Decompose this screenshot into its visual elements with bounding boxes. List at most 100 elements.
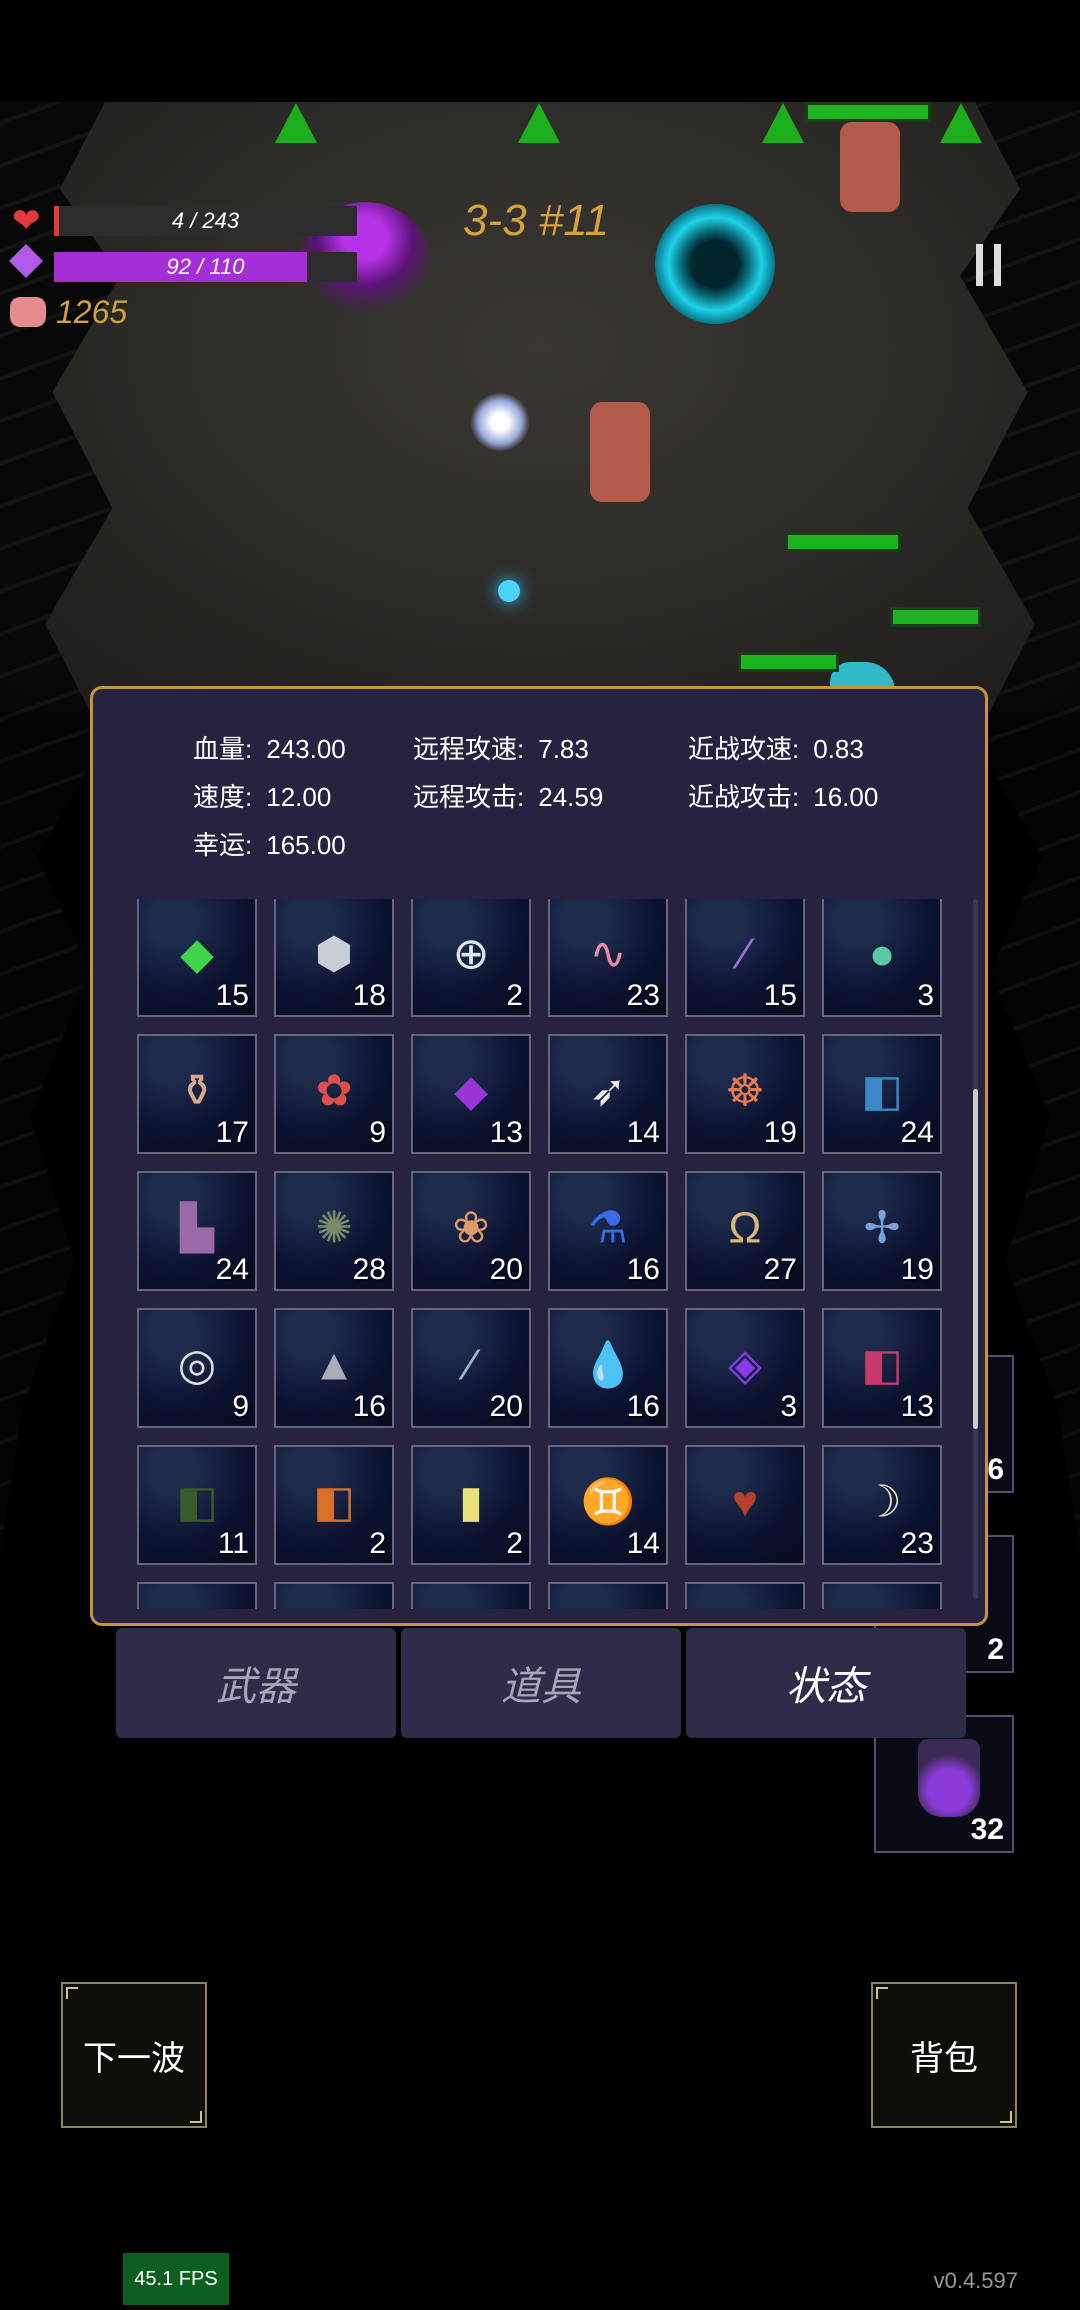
inventory-item[interactable]: ◈ 3 (685, 1308, 805, 1428)
inventory-item[interactable]: ◧ 11 (137, 1445, 257, 1565)
version-label: v0.4.597 (933, 2268, 1018, 2293)
inventory-item[interactable]: ❀ 20 (411, 1171, 531, 1291)
heart-organ-icon: ♥ (731, 1477, 759, 1527)
inventory-item[interactable]: ♊ 14 (548, 1445, 668, 1565)
tab-status[interactable]: 状态 (686, 1628, 966, 1738)
potion-bottle-icon (918, 1739, 980, 1817)
inventory-item[interactable] (411, 1582, 531, 1609)
item-count: 14 (626, 1527, 660, 1560)
inventory-item[interactable]: ▙ 24 (137, 1171, 257, 1291)
inventory-item[interactable]: ⚱ 17 (137, 1034, 257, 1154)
backpack-button[interactable]: 背包 (871, 1982, 1017, 2128)
stat-melee-speed: 近战攻速: 0.83 (688, 734, 864, 764)
inventory-item[interactable]: ◆ 13 (411, 1034, 531, 1154)
enemy-pig (840, 122, 900, 212)
tab-weapons[interactable]: 武器 (116, 1628, 396, 1738)
inventory-item[interactable]: ✢ 19 (822, 1171, 942, 1291)
item-count: 11 (217, 1527, 249, 1560)
stat-ranged-speed: 远程攻速: 7.83 (413, 734, 589, 764)
inventory-item[interactable]: ◧ 2 (274, 1445, 394, 1565)
item-count: 16 (626, 1390, 660, 1423)
enemy-health-bar (738, 652, 839, 672)
wave-marker-icon (762, 103, 804, 143)
twin-figures-icon: ♊ (580, 1477, 636, 1527)
inventory-item[interactable]: ⁄ 20 (411, 1308, 531, 1428)
next-wave-button[interactable]: 下一波 (61, 1982, 207, 2128)
stats-panel: 血量: 243.00 远程攻速: 7.83 近战攻速: 0.83 速度: 12.00 远… (90, 686, 988, 1626)
item-count: 2 (506, 979, 523, 1012)
inventory-item[interactable] (548, 1582, 668, 1609)
item-count: 2 (506, 1527, 523, 1560)
stat-speed: 速度: 12.00 (193, 782, 332, 812)
item-count: 20 (489, 1390, 523, 1423)
stat-luck: 幸运: 165.00 (193, 830, 346, 860)
inventory-item[interactable]: ◧ 24 (822, 1034, 942, 1154)
inventory-item[interactable]: ➶ 14 (548, 1034, 668, 1154)
item-count: 9 (232, 1390, 249, 1423)
item-count: 19 (900, 1253, 934, 1286)
item-count: 17 (215, 1116, 249, 1149)
item-count: 2 (369, 1527, 386, 1560)
green-book-icon: ◧ (176, 1477, 218, 1527)
mana-text: 92 / 110 (166, 254, 245, 279)
scrollbar-thumb[interactable] (973, 1089, 978, 1429)
green-crystal-icon: ◆ (180, 929, 214, 979)
health-bar: 4 / 243 (54, 206, 357, 236)
cloak-icon: ▲ (312, 1340, 356, 1390)
item-count: 14 (626, 1116, 660, 1149)
inventory-item[interactable]: ∿ 23 (548, 899, 668, 1017)
wave-marker-icon (940, 103, 982, 143)
pause-icon (976, 244, 983, 286)
inventory-item[interactable]: ◎ 9 (137, 1308, 257, 1428)
inventory-item[interactable]: ⬢ 18 (274, 899, 394, 1017)
inventory-item[interactable]: ♥ (685, 1445, 805, 1565)
purple-snail-icon: ◆ (454, 1066, 488, 1116)
inventory-item[interactable]: ● 3 (822, 899, 942, 1017)
skull-feather-icon: ☸ (725, 1066, 765, 1116)
item-grid: ◆ 15 ⬢ 18 ⊕ 2 ∿ 23 ⁄ 15 ● 3 ⚱ 17 ✿ 9 ◆ 13 ➶ 14 ☸ 19 ◧ 24 ▙ 24 ✺ 28 ❀… (137, 899, 967, 1609)
horn-icon: ☽ (862, 1477, 902, 1527)
item-count: 15 (763, 979, 797, 1012)
heart-icon: ❤ (12, 202, 41, 240)
inventory-item[interactable]: ✿ 9 (274, 1034, 394, 1154)
inventory-item[interactable]: ◆ 15 (137, 899, 257, 1017)
flash-effect (470, 392, 530, 452)
inventory-item[interactable]: ☽ 23 (822, 1445, 942, 1565)
inventory-item[interactable] (822, 1582, 942, 1609)
inventory-item[interactable]: ⁄ 15 (685, 899, 805, 1017)
inventory-item[interactable]: ⊕ 2 (411, 899, 531, 1017)
inventory-item[interactable] (685, 1582, 805, 1609)
inventory-item[interactable]: ☸ 19 (685, 1034, 805, 1154)
inventory-item[interactable]: ▲ 16 (274, 1308, 394, 1428)
inventory-item[interactable]: ◧ 13 (822, 1308, 942, 1428)
item-count: 16 (626, 1253, 660, 1286)
wave-marker-icon (518, 103, 560, 143)
bottle-icon: ⁄ (467, 1340, 475, 1390)
health-text: 4 / 243 (171, 208, 240, 233)
pig-icon (10, 297, 46, 327)
blue-book-icon: ◧ (861, 1066, 903, 1116)
item-count: 23 (900, 1527, 934, 1560)
item-scrollbar[interactable] (973, 899, 978, 1599)
dragonfly-icon: ✢ (863, 1203, 901, 1253)
inventory-item[interactable]: ⚗ 16 (548, 1171, 668, 1291)
enemy-health-bar (890, 607, 981, 627)
tab-props[interactable]: 道具 (401, 1628, 681, 1738)
inventory-item[interactable]: Ω 27 (685, 1171, 805, 1291)
orange-book-icon: ◧ (313, 1477, 355, 1527)
inventory-item[interactable] (274, 1582, 394, 1609)
flowers-icon: ❀ (452, 1203, 490, 1253)
red-book-icon: ◧ (861, 1340, 903, 1390)
inventory-item[interactable]: ▮ 2 (411, 1445, 531, 1565)
inventory-item[interactable]: 💧 16 (548, 1308, 668, 1428)
pause-button[interactable] (976, 244, 1004, 286)
inventory-item[interactable] (137, 1582, 257, 1609)
enemy-health-bar (805, 102, 931, 122)
item-count: 28 (352, 1253, 386, 1286)
stat-melee-attack: 近战攻击: 16.00 (688, 782, 879, 812)
item-count: 23 (626, 979, 660, 1012)
item-count: 20 (489, 1253, 523, 1286)
item-count: 13 (489, 1116, 523, 1149)
player-projectile (498, 580, 520, 602)
inventory-item[interactable]: ✺ 28 (274, 1171, 394, 1291)
